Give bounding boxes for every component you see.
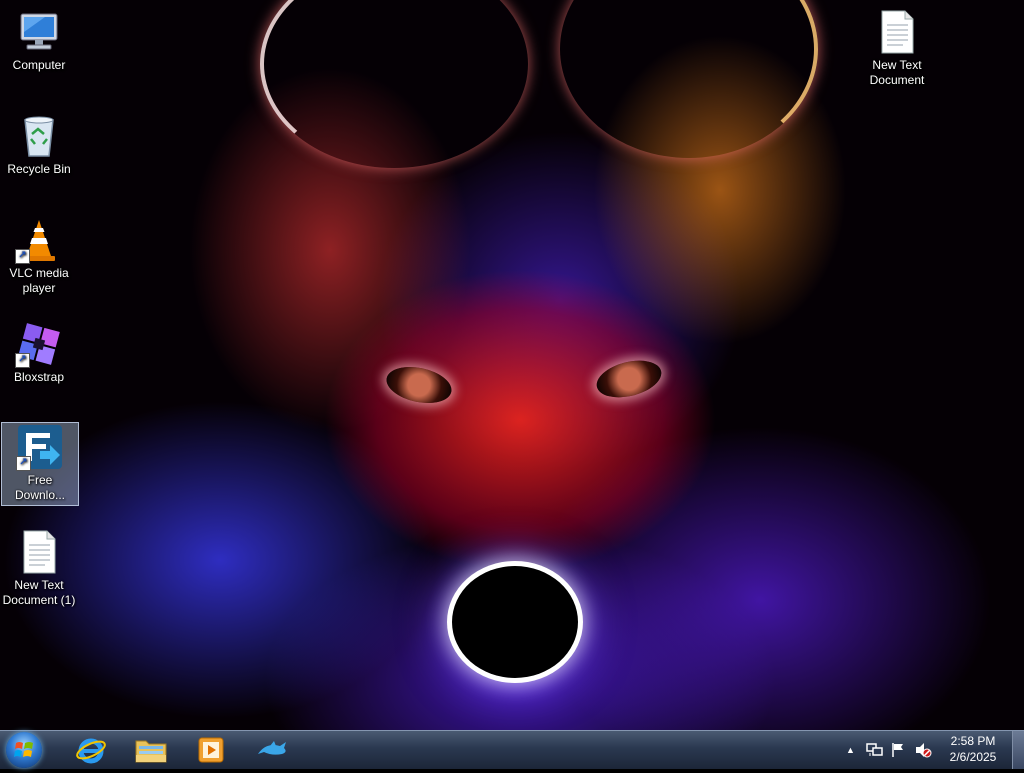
desktop-icon-label: VLC media player <box>9 266 69 295</box>
start-button[interactable] <box>6 732 42 768</box>
show-hidden-icons-button[interactable]: ▲ <box>846 731 855 769</box>
internet-explorer-icon <box>76 738 106 764</box>
show-desktop-button[interactable] <box>1012 731 1024 769</box>
tray-network[interactable] <box>866 731 884 769</box>
system-clock[interactable]: 2:58 PM 2/6/2025 <box>938 733 1008 767</box>
desktop-icon-label: New Text Document (1) <box>2 578 76 607</box>
taskbar: ▲ 2:58 PM 2/6/2025 <box>0 730 1024 769</box>
text-document-icon <box>15 528 63 576</box>
dolphin-app-icon <box>258 741 286 755</box>
shortcut-arrow-icon: ↗ <box>16 456 31 471</box>
windows-logo-icon <box>14 742 33 757</box>
taskbar-file-explorer[interactable] <box>124 733 178 767</box>
wolf-ear-left <box>260 0 528 168</box>
desktop-wallpaper <box>0 0 1024 730</box>
action-center-flag-icon <box>892 743 903 757</box>
taskbar-media-player[interactable] <box>184 733 238 767</box>
network-icon <box>866 743 883 756</box>
volume-muted-icon <box>916 743 932 758</box>
free-download-manager-icon: ↗ <box>16 423 64 471</box>
desktop-icon-new-text-document-1[interactable]: New Text Document (1) <box>1 528 77 608</box>
desktop-icon-label: Bloxstrap <box>13 370 65 384</box>
text-document-icon <box>873 8 921 56</box>
vlc-icon: ↗ <box>15 216 63 264</box>
clock-date: 2/6/2025 <box>949 750 997 764</box>
wolf-eye-left <box>383 361 455 409</box>
desktop-icon-recycle-bin[interactable]: Recycle Bin <box>1 112 77 177</box>
desktop-icon-label: Recycle Bin <box>7 162 71 176</box>
media-player-icon <box>198 737 224 763</box>
desktop-icon-label: Computer <box>12 58 66 72</box>
desktop-icon-label: Free Downlo... <box>14 473 66 502</box>
tray-volume[interactable] <box>914 731 932 769</box>
desktop-icon-new-text-document[interactable]: New Text Document <box>859 8 935 88</box>
shortcut-arrow-icon: ↗ <box>15 249 30 264</box>
file-explorer-icon <box>135 740 167 763</box>
computer-icon <box>15 8 63 56</box>
wolf-eye-right <box>592 354 666 404</box>
taskbar-internet-explorer[interactable] <box>64 733 118 767</box>
desktop-icon-vlc[interactable]: ↗ VLC media player <box>1 216 77 296</box>
bloxstrap-icon: ↗ <box>15 320 63 368</box>
recycle-bin-icon <box>15 112 63 160</box>
wolf-nose <box>452 566 578 678</box>
shortcut-arrow-icon: ↗ <box>15 353 30 368</box>
desktop-icon-bloxstrap[interactable]: ↗ Bloxstrap <box>1 320 77 385</box>
clock-time: 2:58 PM <box>950 734 996 748</box>
chevron-up-icon: ▲ <box>846 745 855 755</box>
desktop-icon-label: New Text Document <box>869 58 925 87</box>
desktop-icon-free-download-manager[interactable]: ↗ Free Downlo... <box>1 422 79 506</box>
tray-action-center[interactable] <box>890 731 906 769</box>
wolf-ear-right <box>560 0 818 158</box>
desktop-icon-computer[interactable]: Computer <box>1 8 77 73</box>
taskbar-dolphin-app[interactable] <box>246 733 300 767</box>
